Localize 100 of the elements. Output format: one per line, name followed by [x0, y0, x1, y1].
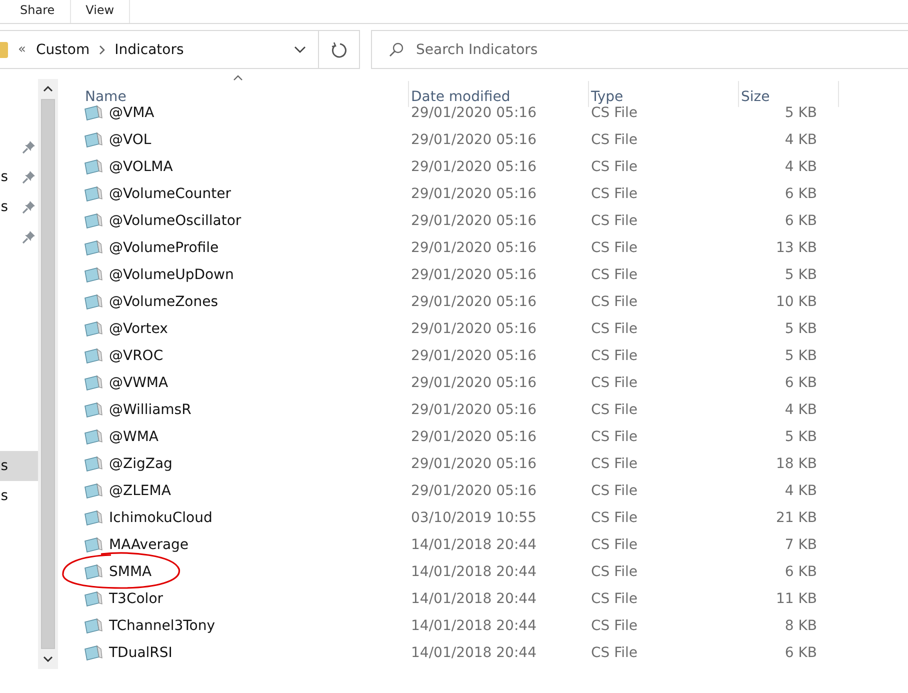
file-icon — [83, 536, 103, 552]
file-icon — [83, 294, 103, 310]
file-name[interactable]: TDualRSI — [109, 644, 172, 660]
file-name-cell[interactable]: @Vortex — [83, 320, 409, 336]
sidebar-item-label[interactable]: s — [0, 458, 8, 474]
file-name-cell[interactable]: @VMA — [83, 104, 409, 120]
folder-icon — [0, 42, 8, 58]
file-name[interactable]: @VolumeCounter — [109, 186, 232, 202]
date-cell-text: 29/01/2020 05:16 — [410, 158, 538, 174]
file-name[interactable]: @ZigZag — [109, 456, 172, 472]
file-name-cell[interactable]: IchimokuCloud — [83, 510, 409, 526]
file-name[interactable]: @WMA — [109, 428, 158, 444]
file-name-cell[interactable]: @VolumeProfile — [83, 240, 409, 256]
sidebar-item[interactable]: s — [0, 451, 38, 481]
overflow-chevron[interactable]: « — [18, 42, 26, 57]
size-cell-text: 10 KB — [774, 294, 818, 310]
file-name-cell[interactable]: T3Color — [83, 590, 409, 606]
file-name[interactable]: @VWMA — [109, 374, 168, 390]
file-name[interactable]: @VROC — [109, 348, 164, 364]
file-name[interactable]: @VolumeProfile — [109, 240, 219, 256]
file-name-cell[interactable]: TChannel3Tony — [83, 618, 409, 634]
file-icon — [83, 186, 103, 202]
file-icon — [83, 618, 103, 634]
file-name[interactable]: T3Color — [109, 590, 164, 606]
file-name-cell[interactable]: @VOLMA — [83, 158, 409, 174]
file-name-cell[interactable]: @VOL — [83, 132, 409, 148]
sidebar-item-label[interactable]: s — [0, 488, 8, 504]
file-name-cell[interactable]: @ZigZag — [83, 456, 409, 472]
file-name-cell[interactable]: @WilliamsR — [83, 402, 409, 418]
pin-icon[interactable] — [22, 140, 36, 154]
file-name[interactable]: @VolumeOscillator — [109, 212, 242, 228]
date-cell-text: 29/01/2020 05:16 — [410, 240, 538, 256]
file-icon — [83, 590, 103, 606]
date-cell-text: 14/01/2018 20:44 — [410, 644, 538, 660]
file-icon — [83, 320, 103, 336]
type-cell-text: CS File — [590, 482, 639, 498]
sidebar-item[interactable]: s — [0, 162, 38, 192]
scroll-thumb[interactable] — [41, 99, 55, 649]
size-cell-text: 4 KB — [784, 158, 818, 174]
file-name-cell[interactable]: TDualRSI — [83, 644, 409, 660]
file-name[interactable]: @WilliamsR — [109, 402, 192, 418]
file-name[interactable]: @Vortex — [109, 320, 168, 336]
column-header[interactable]: Size — [739, 81, 839, 107]
refresh-button[interactable] — [319, 30, 360, 69]
sidebar-item[interactable]: s — [0, 192, 38, 222]
pin-icon[interactable] — [22, 170, 36, 184]
file-icon — [83, 158, 103, 174]
sidebar-item-label[interactable]: s — [0, 169, 8, 185]
column-header[interactable]: Type — [589, 81, 739, 107]
file-name[interactable]: SMMA — [109, 564, 152, 580]
scrollbar[interactable] — [38, 79, 58, 669]
pin-icon[interactable] — [22, 230, 36, 244]
search-field[interactable]: Search Indicators — [371, 30, 908, 69]
file-name-cell[interactable]: MAAverage — [83, 536, 409, 552]
ribbon-tab[interactable]: View — [70, 0, 130, 23]
size-cell-text: 6 KB — [784, 644, 818, 660]
file-name[interactable]: @ZLEMA — [109, 482, 171, 498]
dropdown-caret-icon[interactable] — [294, 46, 306, 53]
file-name-cell[interactable]: @WMA — [83, 428, 409, 444]
type-cell-text: CS File — [590, 186, 639, 202]
date-cell-text: 29/01/2020 05:16 — [410, 456, 538, 472]
file-name[interactable]: TChannel3Tony — [109, 618, 216, 634]
type-cell-text: CS File — [590, 590, 639, 606]
file-name-cell[interactable]: @VolumeZones — [83, 294, 409, 310]
size-cell-text: 13 KB — [774, 240, 818, 256]
file-name-cell[interactable]: @VWMA — [83, 374, 409, 390]
type-cell-text: CS File — [590, 266, 639, 282]
file-name[interactable]: @VolumeZones — [109, 294, 218, 310]
sidebar-item[interactable]: s — [0, 481, 38, 511]
file-name-cell[interactable]: @VolumeUpDown — [83, 266, 409, 282]
file-name[interactable]: @VMA — [109, 104, 154, 120]
breadcrumb[interactable]: Custom — [36, 42, 90, 58]
file-name-cell[interactable]: @VROC — [83, 348, 409, 364]
date-cell-text: 29/01/2020 05:16 — [410, 212, 538, 228]
address-bar[interactable]: « Custom Indicators — [0, 30, 319, 69]
file-name-cell[interactable]: @VolumeOscillator — [83, 212, 409, 228]
ribbon-tab[interactable]: Share — [5, 0, 71, 23]
file-name-cell[interactable]: SMMA — [83, 564, 409, 580]
file-name[interactable]: MAAverage — [109, 536, 189, 552]
date-cell-text: 29/01/2020 05:16 — [410, 266, 538, 282]
file-name[interactable]: @VOLMA — [109, 158, 173, 174]
file-name[interactable]: @VolumeUpDown — [109, 266, 234, 282]
file-name[interactable]: @VOL — [109, 132, 152, 148]
size-cell-text: 7 KB — [784, 536, 818, 552]
size-cell-text: 6 KB — [784, 374, 818, 390]
pin-icon[interactable] — [22, 200, 36, 214]
file-name-cell[interactable]: @ZLEMA — [83, 482, 409, 498]
size-cell-text: 4 KB — [784, 402, 818, 418]
column-header[interactable]: Date modified — [409, 81, 589, 107]
date-cell-text: 29/01/2020 05:16 — [410, 348, 538, 364]
file-name[interactable]: IchimokuCloud — [109, 510, 212, 526]
type-cell-text: CS File — [590, 158, 639, 174]
file-name-cell[interactable]: @VolumeCounter — [83, 186, 409, 202]
breadcrumb[interactable]: Indicators — [114, 42, 184, 58]
type-cell-text: CS File — [590, 428, 639, 444]
date-cell-text: 29/01/2020 05:16 — [410, 402, 538, 418]
file-icon — [83, 104, 103, 120]
size-cell-text: 5 KB — [784, 348, 818, 364]
chevron-down-icon — [43, 656, 53, 662]
sidebar-item-label[interactable]: s — [0, 199, 8, 215]
